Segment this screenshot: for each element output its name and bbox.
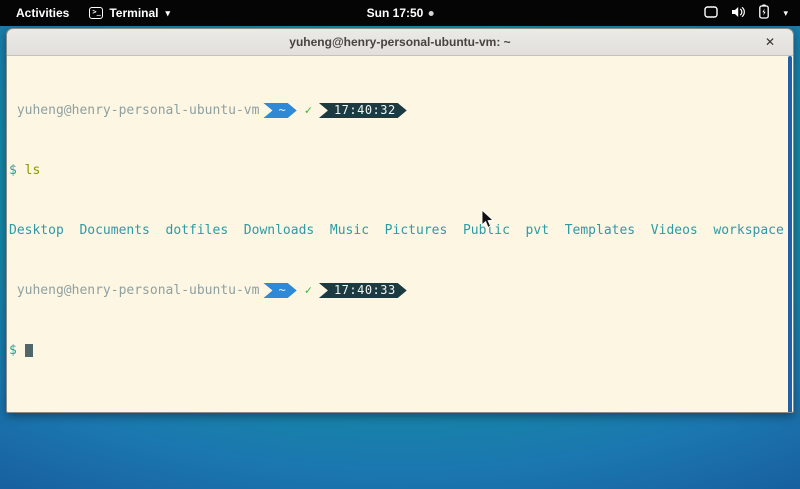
scrollbar[interactable]	[788, 56, 792, 413]
terminal-window: yuheng@henry-personal-ubuntu-vm: ~ ✕ yuh…	[6, 28, 794, 413]
prompt-path-segment: ~	[263, 283, 296, 298]
prompt-path-segment: ~	[263, 103, 296, 118]
activities-button[interactable]: Activities	[10, 4, 75, 22]
space	[17, 343, 25, 358]
app-menu-terminal[interactable]: >_ Terminal ▾	[89, 6, 170, 20]
volume-icon	[731, 6, 746, 21]
prompt-status-check-icon: ✓	[303, 103, 314, 118]
app-menu-label: Terminal	[109, 6, 158, 20]
display-icon	[704, 6, 718, 21]
battery-charging-icon	[759, 4, 769, 22]
top-bar-left: Activities >_ Terminal ▾	[0, 4, 170, 22]
prompt-path: ~	[278, 103, 285, 118]
command-line: $ ls	[9, 163, 793, 178]
command-text: ls	[25, 163, 41, 178]
prompt-user: yuheng@henry-personal-ubuntu-vm	[17, 103, 260, 118]
prompt-status-check-icon: ✓	[303, 283, 314, 298]
prompt-user: yuheng@henry-personal-ubuntu-vm	[17, 283, 260, 298]
desktop: Activities >_ Terminal ▾ Sun 17:50 ▾	[0, 0, 800, 489]
close-icon[interactable]: ✕	[761, 33, 779, 51]
prompt-path: ~	[278, 283, 285, 298]
top-bar: Activities >_ Terminal ▾ Sun 17:50 ▾	[0, 0, 800, 26]
prompt-time-segment: 17:40:32	[319, 103, 407, 118]
terminal-body[interactable]: yuheng@henry-personal-ubuntu-vm ~ ✓ 17:40:3…	[7, 56, 793, 413]
mouse-pointer-icon	[481, 209, 494, 234]
window-titlebar[interactable]: yuheng@henry-personal-ubuntu-vm: ~ ✕	[7, 29, 793, 56]
prompt-line-1: yuheng@henry-personal-ubuntu-vm ~ ✓ 17:40:3…	[9, 103, 793, 118]
prompt-time: 17:40:32	[334, 103, 396, 118]
prompt-line-2: yuheng@henry-personal-ubuntu-vm ~ ✓ 17:40:3…	[9, 283, 793, 298]
prompt-time: 17:40:33	[334, 283, 396, 298]
shell-prompt-symbol: $	[9, 163, 17, 178]
indent	[9, 283, 17, 298]
notification-dot-icon	[428, 11, 433, 16]
text-cursor	[25, 344, 33, 357]
indent	[9, 103, 17, 118]
prompt-time-segment: 17:40:33	[319, 283, 407, 298]
ls-output-line: Desktop Documents dotfiles Downloads Mus…	[9, 223, 793, 238]
input-line[interactable]: $	[9, 343, 793, 358]
shell-prompt-symbol: $	[9, 343, 17, 358]
chevron-down-icon: ▾	[165, 8, 170, 19]
window-title: yuheng@henry-personal-ubuntu-vm: ~	[289, 35, 510, 49]
space	[17, 163, 25, 178]
chevron-down-icon: ▾	[783, 8, 788, 19]
clock-label: Sun 17:50	[367, 6, 424, 20]
terminal-app-icon: >_	[89, 7, 103, 19]
system-status-area[interactable]: ▾	[700, 0, 792, 26]
clock-button[interactable]: Sun 17:50	[367, 6, 434, 20]
